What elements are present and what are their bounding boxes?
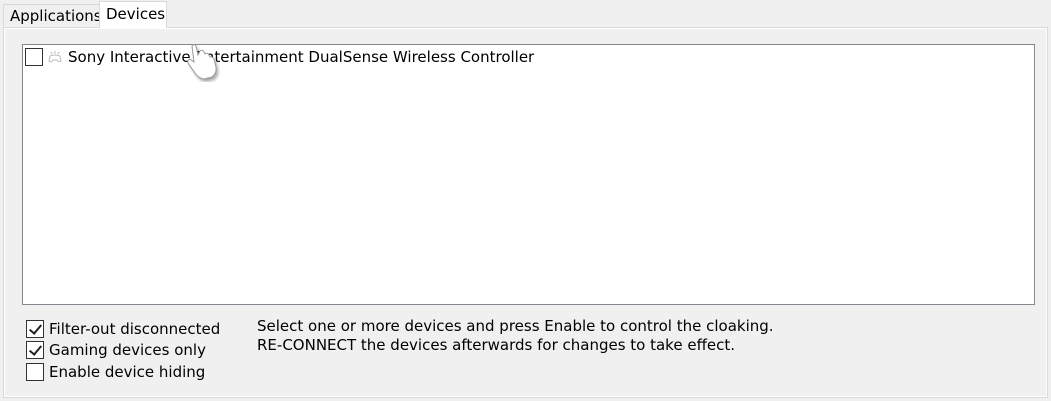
gaming-only-label: Gaming devices only [49, 341, 206, 359]
filter-disconnected-checkbox[interactable] [26, 320, 44, 338]
tab-devices-label: Devices [106, 5, 166, 23]
list-item[interactable]: Sony Interactive Entertainment DualSense… [25, 47, 534, 67]
devices-panel-body: Sony Interactive Entertainment DualSense… [5, 29, 1046, 396]
enable-hiding-checkbox[interactable] [26, 363, 44, 381]
device-label: Sony Interactive Entertainment DualSense… [68, 48, 535, 66]
filter-disconnected-option[interactable]: Filter-out disconnected [26, 319, 220, 339]
filter-disconnected-label: Filter-out disconnected [49, 320, 221, 338]
enable-hiding-label: Enable device hiding [49, 363, 206, 381]
info-line-1: Select one or more devices and press Ena… [257, 317, 774, 335]
tab-applications-label: Applications [10, 7, 102, 25]
gaming-only-option[interactable]: Gaming devices only [26, 340, 206, 360]
gamepad-icon [47, 49, 63, 65]
info-line-2: RE-CONNECT the devices afterwards for ch… [257, 336, 736, 354]
tab-applications[interactable]: Applications [3, 4, 102, 26]
device-checkbox[interactable] [25, 48, 43, 66]
device-list[interactable]: Sony Interactive Entertainment DualSense… [22, 44, 1035, 305]
enable-hiding-option[interactable]: Enable device hiding [26, 362, 205, 382]
hidhide-window: Applications Devices Sony Interactive En… [0, 0, 1051, 401]
gaming-only-checkbox[interactable] [26, 341, 44, 359]
tab-devices[interactable]: Devices [99, 1, 167, 28]
devices-tab-panel: Sony Interactive Entertainment DualSense… [3, 27, 1048, 398]
hand-cursor-icon [183, 40, 223, 82]
